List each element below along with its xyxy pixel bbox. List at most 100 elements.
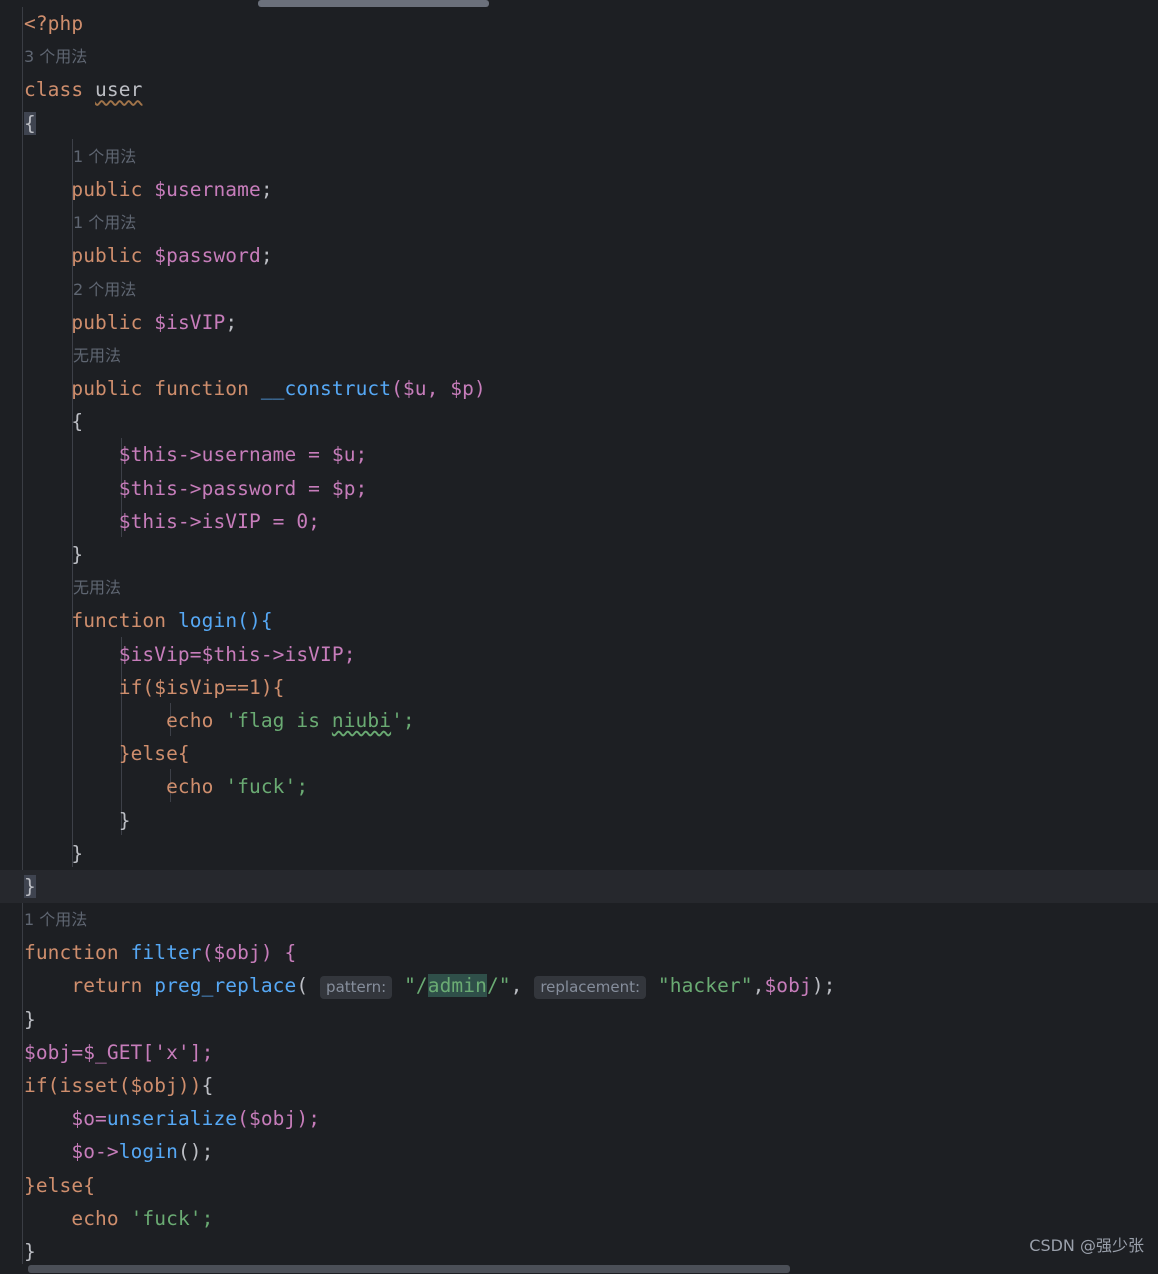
keyword-echo: echo	[166, 775, 214, 799]
brace-open-highlighted: {	[24, 111, 36, 135]
variable-o-assign: $o=	[71, 1107, 107, 1131]
property-isvip[interactable]: $isVIP	[154, 311, 225, 334]
scrollbar-thumb-top[interactable]	[258, 0, 489, 7]
statement-isvip-assign: $isVip=$this->isVIP;	[118, 642, 356, 666]
code-line-else-1[interactable]: }else{	[0, 737, 1158, 770]
code-line-class-brace-close[interactable]: }	[0, 869, 1158, 904]
brace-open: {	[201, 1074, 214, 1097]
statement-if-isset: if(isset($obj))	[24, 1074, 202, 1097]
horizontal-scrollbar-bottom[interactable]	[0, 1264, 1158, 1274]
code-line-prop-isvip[interactable]: public $isVIP;	[0, 306, 1158, 339]
class-name-user[interactable]: user	[95, 78, 142, 101]
login-signature-text: login(){	[177, 609, 273, 633]
login-call-parens: ();	[177, 1140, 214, 1164]
property-password[interactable]: $password	[154, 244, 261, 267]
code-line-filter-brace-close[interactable]: }	[0, 1003, 1158, 1036]
code-line-construct-signature[interactable]: public function __construct($u, $p)	[0, 372, 1158, 405]
code-line-class-decl[interactable]: class user	[0, 73, 1158, 106]
code-line-else-2[interactable]: }else{	[0, 1169, 1158, 1202]
csdn-watermark: CSDN @强少张	[1029, 1236, 1144, 1255]
usage-hint-isvip[interactable]: 2 个用法	[0, 273, 1158, 306]
inlay-hint-pattern[interactable]: pattern:	[320, 976, 393, 1000]
usage-hint-login[interactable]: 无用法	[0, 571, 1158, 604]
code-line-prop-username[interactable]: public $username;	[0, 173, 1158, 206]
search-match-admin[interactable]: admin	[427, 974, 487, 998]
code-line-if-brace-close[interactable]: }	[0, 804, 1158, 837]
code-line-assign-isvip[interactable]: $this->isVIP = 0;	[0, 505, 1158, 538]
code-line-login-brace-close[interactable]: }	[0, 837, 1158, 870]
this-isvip-text: $this->isVIP = 0;	[118, 509, 321, 533]
keyword-public: public	[71, 177, 143, 201]
method-name-construct[interactable]: __construct	[261, 377, 391, 400]
code-content-area[interactable]: <?php 3 个用法 class user { 1 个用法 public $u…	[0, 7, 1158, 1274]
semicolon: ;	[225, 310, 238, 334]
code-line-filter-signature[interactable]: function filter($obj) {	[0, 936, 1158, 969]
comma: ,	[752, 974, 765, 998]
brace-close: }	[24, 1007, 36, 1031]
code-line-if-isset[interactable]: if(isset($obj)){	[0, 1069, 1158, 1102]
semicolon: ;	[260, 177, 273, 201]
brace-close: }	[24, 1239, 36, 1263]
construct-params: ($u, $p)	[391, 377, 486, 401]
usage-hint-construct[interactable]: 无用法	[0, 339, 1158, 372]
keyword-function: function	[154, 377, 249, 401]
scrollbar-thumb-bottom[interactable]	[27, 1265, 790, 1273]
code-line-assign-username[interactable]: $this->username = $u;	[0, 438, 1158, 471]
function-call-unserialize[interactable]: unserialize	[107, 1107, 237, 1130]
paren-close: );	[811, 974, 836, 998]
keyword-return: return	[71, 974, 143, 998]
statement-this-password: $this->password = $p;	[118, 476, 368, 500]
code-line-class-brace-open[interactable]: {	[0, 107, 1158, 140]
variable-obj: $obj	[764, 974, 812, 998]
code-line-if-isvip[interactable]: if($isVip==1){	[0, 671, 1158, 704]
string-flag-niubi[interactable]: niubi	[332, 709, 391, 732]
string-flag-c: ';	[391, 708, 415, 732]
code-line-isvip-assign[interactable]: $isVip=$this->isVIP;	[0, 638, 1158, 671]
code-line-obj-get[interactable]: $obj=$_GET['x'];	[0, 1036, 1158, 1069]
php-open-tag: <?php	[24, 12, 84, 35]
statement-this-username: $this->username = $u;	[118, 443, 368, 467]
statement-if-isvip: if($isVip==1){	[118, 675, 285, 699]
brace-close: }	[71, 543, 84, 566]
brace-close: }	[71, 841, 84, 865]
keyword-echo: echo	[166, 708, 214, 732]
comma: ,	[510, 974, 523, 998]
string-fuck: 'fuck';	[130, 1206, 214, 1230]
statement-else: }else{	[24, 1173, 96, 1197]
usage-hint-password[interactable]: 1 个用法	[0, 206, 1158, 239]
code-line-login-signature[interactable]: function login(){	[0, 604, 1158, 637]
string-fuck: 'fuck';	[225, 775, 309, 799]
method-name-login[interactable]: login(){	[178, 609, 273, 632]
code-line-assign-password[interactable]: $this->password = $p;	[0, 472, 1158, 505]
statement-else: }else{	[118, 742, 190, 766]
code-line-prop-password[interactable]: public $password;	[0, 239, 1158, 272]
function-name-filter[interactable]: filter	[131, 941, 202, 964]
usage-hint-username[interactable]: 1 个用法	[0, 140, 1158, 173]
statement-obj-get: $obj=$_GET['x'];	[24, 1040, 214, 1064]
function-call-preg-replace[interactable]: preg_replace	[154, 974, 296, 997]
property-username[interactable]: $username	[154, 178, 261, 201]
code-line-echo-fuck-2[interactable]: echo 'fuck';	[0, 1202, 1158, 1235]
code-line-construct-brace-close[interactable]: }	[0, 538, 1158, 571]
code-line-return-preg-replace[interactable]: return preg_replace( pattern: "/admin/",…	[0, 969, 1158, 1002]
keyword-class: class	[24, 78, 84, 102]
method-call-login[interactable]: login	[119, 1140, 178, 1163]
keyword-function: function	[71, 609, 167, 633]
string-flag-a: 'flag is	[225, 708, 332, 732]
code-line-echo-flag[interactable]: echo 'flag is niubi';	[0, 704, 1158, 737]
usage-hint-filter[interactable]: 1 个用法	[0, 903, 1158, 936]
usage-hint-class-user[interactable]: 3 个用法	[0, 40, 1158, 73]
variable-o-arrow: $o->	[71, 1140, 119, 1164]
paren-open: (	[296, 974, 309, 998]
code-line-construct-brace-open[interactable]: {	[0, 405, 1158, 438]
horizontal-scrollbar-top[interactable]	[0, 0, 1158, 7]
code-line-open-tag[interactable]: <?php	[0, 7, 1158, 40]
inlay-hint-replacement[interactable]: replacement:	[534, 976, 647, 1000]
code-line-unserialize[interactable]: $o=unserialize($obj);	[0, 1102, 1158, 1135]
code-line-echo-fuck-1[interactable]: echo 'fuck';	[0, 770, 1158, 803]
code-line-o-login[interactable]: $o->login();	[0, 1135, 1158, 1168]
code-editor-window: <?php 3 个用法 class user { 1 个用法 public $u…	[0, 0, 1158, 1274]
string-pattern-open: "/	[404, 974, 428, 998]
keyword-public: public	[71, 377, 143, 401]
unserialize-args: ($obj);	[237, 1107, 321, 1131]
